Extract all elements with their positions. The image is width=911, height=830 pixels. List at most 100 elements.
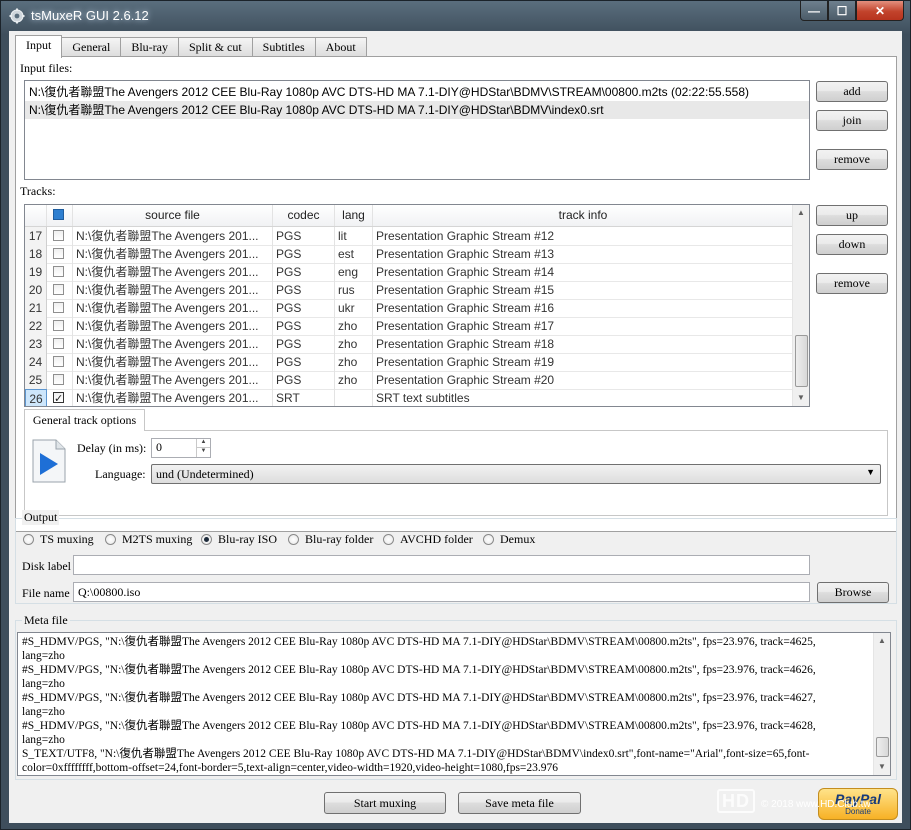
start-muxing-button[interactable]: Start muxing (324, 792, 446, 814)
minimize-button[interactable]: — (800, 1, 828, 21)
radio-demux[interactable]: Demux (483, 532, 535, 547)
track-checkbox[interactable] (53, 266, 64, 277)
track-checkbox-cell[interactable] (47, 299, 73, 317)
scroll-up-icon[interactable]: ▲ (793, 205, 809, 221)
radio-blu-ray-iso[interactable]: Blu-ray ISO (201, 532, 277, 547)
table-row[interactable]: 18 N:\復仇者聯盟The Avengers 201... PGS est Prese… (25, 245, 793, 264)
table-row[interactable]: 25 N:\復仇者聯盟The Avengers 201... PGS zho Prese… (25, 371, 793, 390)
maximize-button[interactable]: ☐ (828, 1, 856, 21)
tab-general[interactable]: General (61, 37, 122, 57)
close-button[interactable]: ✕ (856, 1, 904, 21)
radio-dot[interactable] (23, 534, 34, 545)
select-all-checkbox-cell[interactable] (47, 205, 73, 226)
add-button[interactable]: add (816, 81, 888, 102)
row-number: 22 (25, 317, 47, 335)
tab-split-cut[interactable]: Split & cut (177, 37, 253, 57)
radio-dot[interactable] (483, 534, 494, 545)
list-item[interactable]: N:\復仇者聯盟The Avengers 2012 CEE Blu-Ray 10… (25, 83, 809, 101)
language-select[interactable]: und (Undetermined) ▼ (151, 464, 881, 484)
cell-source-file: N:\復仇者聯盟The Avengers 201... (73, 317, 273, 335)
track-checkbox-cell[interactable] (47, 263, 73, 281)
row-number: 18 (25, 245, 47, 263)
track-checkbox-cell[interactable] (47, 353, 73, 371)
tab-blu-ray[interactable]: Blu-ray (120, 37, 179, 57)
table-row[interactable]: 17 N:\復仇者聯盟The Avengers 201... PGS lit Prese… (25, 227, 793, 246)
spin-down-icon[interactable]: ▼ (196, 448, 210, 457)
remove-track-button[interactable]: remove (816, 273, 888, 294)
track-checkbox[interactable] (53, 302, 64, 313)
radio-dot[interactable] (201, 534, 212, 545)
tab-input[interactable]: Input (15, 35, 63, 58)
disk-label-input[interactable] (73, 555, 810, 575)
spin-up-icon[interactable]: ▲ (196, 439, 210, 448)
track-checkbox[interactable] (53, 320, 64, 331)
radio-ts-muxing[interactable]: TS muxing (23, 532, 94, 547)
scroll-thumb[interactable] (876, 737, 889, 757)
radio-dot[interactable] (105, 534, 116, 545)
table-row[interactable]: 26 N:\復仇者聯盟The Avengers 201...SRT SRT text… (25, 389, 793, 406)
column-track-info[interactable]: track info (373, 205, 793, 226)
file-name-label: File name (22, 586, 70, 600)
input-files-list[interactable]: N:\復仇者聯盟The Avengers 2012 CEE Blu-Ray 10… (24, 80, 810, 180)
meta-line: lang=zho (22, 678, 65, 690)
save-meta-file-button[interactable]: Save meta file (458, 792, 581, 814)
table-row[interactable]: 24 N:\復仇者聯盟The Avengers 201... PGS zho Prese… (25, 353, 793, 372)
radio-blu-ray-folder[interactable]: Blu-ray folder (288, 532, 373, 547)
tracks-header: source file codec lang track info (25, 205, 793, 227)
radio-m2ts-muxing[interactable]: M2TS muxing (105, 532, 192, 547)
cell-source-file: N:\復仇者聯盟The Avengers 201... (73, 353, 273, 371)
cell-codec: PGS (273, 263, 335, 281)
table-row[interactable]: 22 N:\復仇者聯盟The Avengers 201... PGS zho Prese… (25, 317, 793, 336)
scroll-thumb[interactable] (795, 335, 808, 387)
list-item[interactable]: N:\復仇者聯盟The Avengers 2012 CEE Blu-Ray 10… (25, 101, 809, 119)
scroll-down-icon[interactable]: ▼ (874, 759, 890, 775)
track-checkbox-cell[interactable] (47, 281, 73, 299)
delay-input[interactable]: 0 ▲ ▼ (151, 438, 211, 458)
file-name-input[interactable]: Q:\00800.iso (73, 582, 810, 602)
track-checkbox[interactable] (53, 390, 64, 406)
track-checkbox-cell[interactable] (47, 335, 73, 353)
join-button[interactable]: join (816, 110, 888, 131)
track-checkbox[interactable] (53, 338, 64, 349)
meta-line: #S_HDMV/PGS, "N:\復仇者聯盟The Avengers 2012 … (22, 636, 816, 648)
select-all-checkbox[interactable] (53, 209, 64, 220)
cell-track-info: Presentation Graphic Stream #18 (373, 335, 793, 353)
track-checkbox-cell[interactable] (47, 245, 73, 263)
browse-button[interactable]: Browse (817, 582, 889, 603)
track-checkbox[interactable] (53, 356, 64, 367)
meta-file-textarea[interactable]: #S_HDMV/PGS, "N:\復仇者聯盟The Avengers 2012 … (17, 632, 891, 776)
radio-dot[interactable] (383, 534, 394, 545)
track-checkbox[interactable] (53, 230, 64, 241)
up-button[interactable]: up (816, 205, 888, 226)
track-checkbox-cell[interactable] (47, 317, 73, 335)
row-number: 25 (25, 371, 47, 389)
track-checkbox-cell[interactable] (47, 389, 73, 406)
radio-avchd-folder[interactable]: AVCHD folder (383, 532, 473, 547)
table-row[interactable]: 21 N:\復仇者聯盟The Avengers 201... PGS ukr Prese… (25, 299, 793, 318)
track-checkbox[interactable] (53, 284, 64, 295)
tracks-scrollbar[interactable]: ▲ ▼ (792, 205, 809, 406)
tab-general-track-options[interactable]: General track options (24, 409, 145, 431)
column-codec[interactable]: codec (273, 205, 335, 226)
column-source-file[interactable]: source file (73, 205, 273, 226)
table-row[interactable]: 20 N:\復仇者聯盟The Avengers 201... PGS rus Prese… (25, 281, 793, 300)
cell-track-info: Presentation Graphic Stream #14 (373, 263, 793, 281)
remove-file-button[interactable]: remove (816, 149, 888, 170)
tab-subtitles[interactable]: Subtitles (251, 37, 316, 57)
table-row[interactable]: 19 N:\復仇者聯盟The Avengers 201... PGS eng Prese… (25, 263, 793, 282)
down-button[interactable]: down (816, 234, 888, 255)
scroll-down-icon[interactable]: ▼ (793, 390, 809, 406)
scroll-up-icon[interactable]: ▲ (874, 633, 890, 649)
radio-dot[interactable] (288, 534, 299, 545)
table-row[interactable]: 23 N:\復仇者聯盟The Avengers 201... PGS zho Prese… (25, 335, 793, 354)
tracks-grid[interactable]: source file codec lang track info 17 N:\復… (24, 204, 810, 407)
tab-about[interactable]: About (314, 37, 367, 57)
cell-lang: rus (335, 281, 373, 299)
track-checkbox[interactable] (53, 374, 64, 385)
column-lang[interactable]: lang (335, 205, 373, 226)
track-checkbox-cell[interactable] (47, 227, 73, 245)
track-checkbox[interactable] (53, 248, 64, 259)
meta-scrollbar[interactable]: ▲ ▼ (873, 633, 890, 775)
track-checkbox-cell[interactable] (47, 371, 73, 389)
title-bar[interactable]: tsMuxeR GUI 2.6.12 — ☐ ✕ (1, 1, 910, 31)
